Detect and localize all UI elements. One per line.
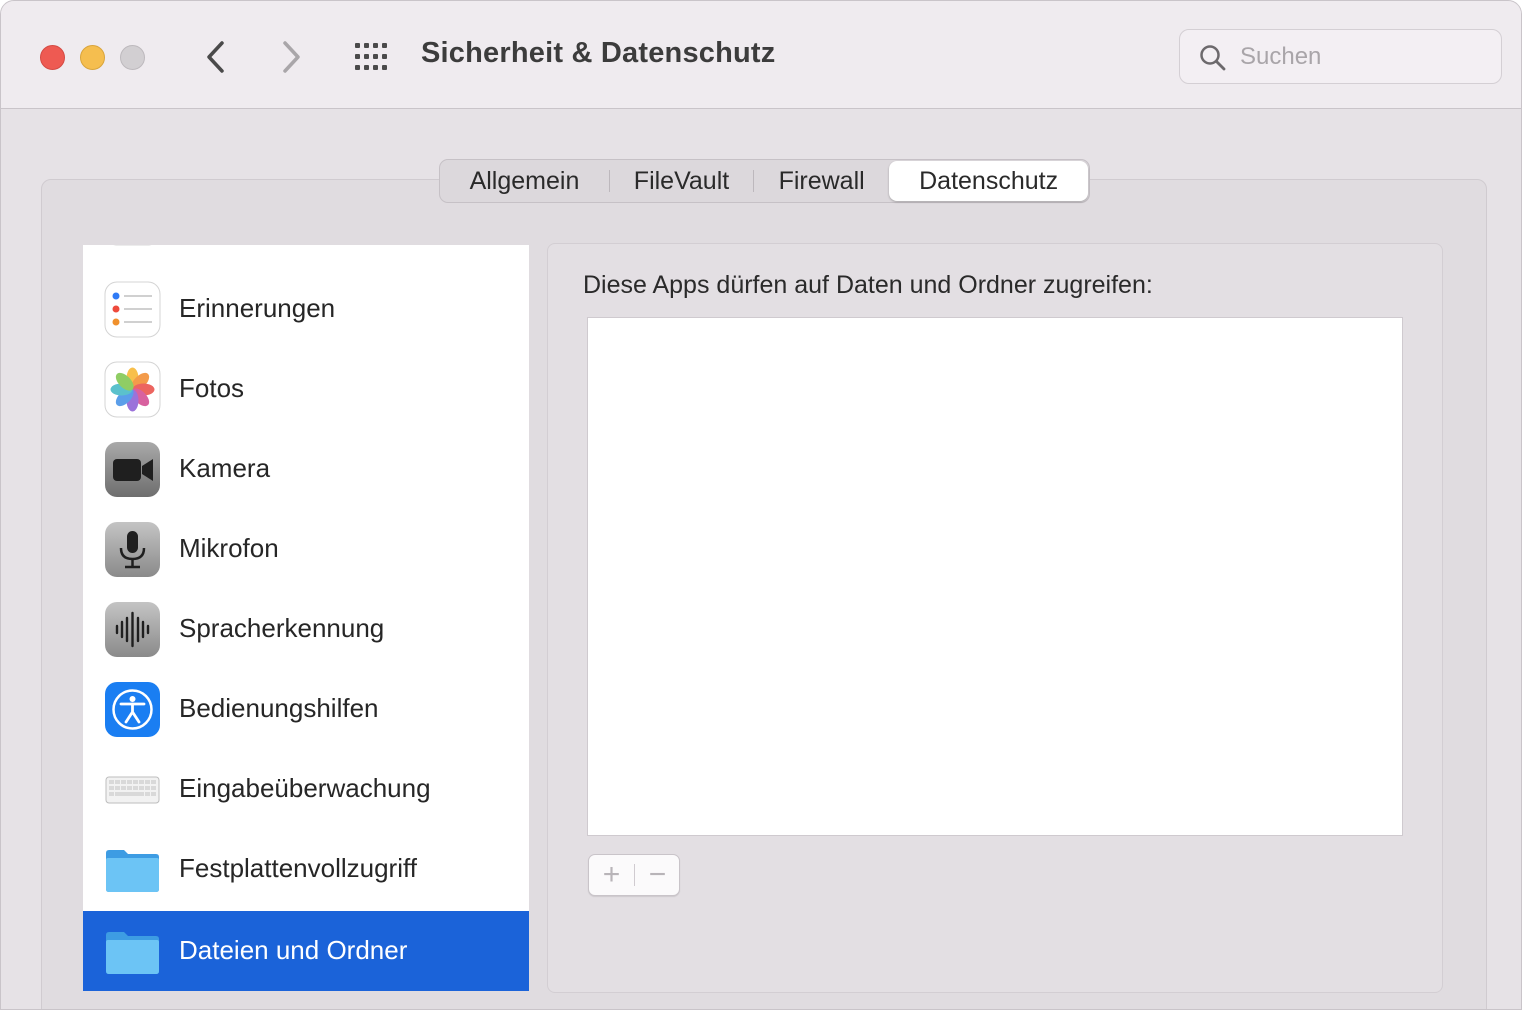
minimize-window-button[interactable] — [80, 45, 105, 70]
search-icon — [1200, 45, 1226, 71]
app-access-list[interactable] — [587, 317, 1403, 836]
preferences-window: Sicherheit & Datenschutz Allgemein FileV… — [0, 0, 1522, 1010]
remove-app-button[interactable]: − — [635, 855, 680, 895]
sidebar-item-label: Mikrofon — [179, 533, 279, 563]
sidebar-item-label: Spracherkennung — [179, 613, 385, 643]
reminders-icon — [104, 281, 161, 338]
add-remove-control: + − — [588, 854, 680, 896]
add-app-button[interactable]: + — [589, 855, 634, 895]
photos-icon — [104, 361, 161, 418]
sidebar-item-bedienungshilfen[interactable]: Bedienungshilfen — [83, 669, 529, 749]
window-title: Sicherheit & Datenschutz — [421, 37, 776, 69]
tab-bar: Allgemein FileVault Firewall Datenschutz — [439, 159, 1090, 203]
close-window-button[interactable] — [40, 45, 65, 70]
accessibility-icon — [105, 682, 160, 737]
sidebar-item-mikrofon[interactable]: Mikrofon — [83, 509, 529, 589]
sidebar-item-fotos[interactable]: Fotos — [83, 349, 529, 429]
folder-icon — [106, 850, 159, 892]
sidebar-item-label: Kamera — [179, 453, 271, 483]
sidebar-item-spracherkennung[interactable]: Spracherkennung — [83, 589, 529, 669]
tab-filevault[interactable]: FileVault — [610, 160, 753, 202]
chevron-right-icon — [283, 41, 300, 73]
app-icon — [113, 245, 152, 246]
sidebar-item-label: Eingabeüberwachung — [179, 773, 431, 803]
tab-firewall[interactable]: Firewall — [754, 160, 889, 202]
tab-allgemein[interactable]: Allgemein — [440, 160, 609, 202]
sidebar-item-eingabeueberwachung[interactable]: Eingabeüberwachung — [83, 749, 529, 829]
forward-button[interactable] — [272, 37, 312, 77]
list-item-partial[interactable] — [83, 245, 529, 257]
sidebar-item-dateien-und-ordner[interactable]: Dateien und Ordner — [83, 911, 529, 991]
grid-icon — [355, 43, 387, 70]
back-button[interactable] — [197, 37, 237, 77]
title-bar: Sicherheit & Datenschutz — [1, 1, 1521, 109]
sidebar-item-label: Fotos — [179, 373, 245, 403]
speech-recognition-icon — [105, 602, 160, 657]
microphone-icon — [105, 522, 160, 577]
panel-heading: Diese Apps dürfen auf Daten und Ordner z… — [583, 271, 1153, 299]
keyboard-icon — [105, 776, 160, 804]
show-all-button[interactable] — [351, 39, 393, 75]
sidebar-item-label: Bedienungshilfen — [179, 693, 379, 723]
privacy-category-list[interactable]: Erinnerungen Fotos Kamera Mikrofon Sprac… — [83, 245, 529, 991]
search-field[interactable] — [1179, 29, 1502, 84]
search-input[interactable] — [1240, 38, 1490, 76]
sidebar-item-label: Dateien und Ordner — [179, 935, 408, 965]
sidebar-item-label: Erinnerungen — [179, 293, 336, 323]
sidebar-item-erinnerungen[interactable]: Erinnerungen — [83, 269, 529, 349]
camera-icon — [105, 442, 160, 497]
folder-icon — [106, 932, 159, 974]
tab-datenschutz[interactable]: Datenschutz — [889, 161, 1088, 201]
sidebar-item-kamera[interactable]: Kamera — [83, 429, 529, 509]
zoom-window-button[interactable] — [120, 45, 145, 70]
chevron-left-icon — [207, 41, 224, 73]
sidebar-item-festplattenvollzugriff[interactable]: Festplattenvollzugriff — [83, 829, 529, 909]
sidebar-item-label: Festplattenvollzugriff — [179, 853, 417, 883]
